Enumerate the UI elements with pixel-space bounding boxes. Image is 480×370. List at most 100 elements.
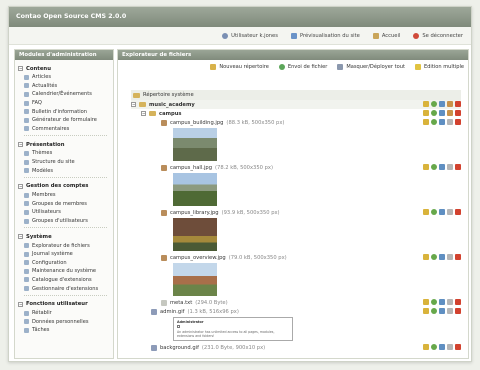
edit-icon[interactable] <box>423 344 429 350</box>
delete-icon[interactable] <box>455 254 461 260</box>
sidebar-item-news[interactable]: Actualités <box>18 82 113 91</box>
sidebar-item-members[interactable]: Membres <box>18 191 113 200</box>
delete-icon[interactable] <box>455 308 461 314</box>
sidebar-item-forms[interactable]: Générateur de formulaire <box>18 116 113 125</box>
link-icon[interactable] <box>439 344 445 350</box>
add-icon[interactable] <box>431 308 437 314</box>
link-icon[interactable] <box>439 164 445 170</box>
link-icon[interactable] <box>439 101 445 107</box>
sidebar-item-faq[interactable]: FAQ <box>18 99 113 108</box>
folder-icon <box>149 111 156 116</box>
delete-icon[interactable] <box>455 119 461 125</box>
sidebar-item-themes[interactable]: Thèmes <box>18 149 113 158</box>
sidebar-item-undo[interactable]: Rétablir <box>18 309 113 318</box>
sidebar-item-label: Actualités <box>32 82 58 89</box>
delete-icon[interactable] <box>455 299 461 305</box>
nav-group-toggle[interactable]: − Système <box>18 232 113 241</box>
sidebar-item-newsletter[interactable]: Bulletin d'information <box>18 107 113 116</box>
add-icon[interactable] <box>431 164 437 170</box>
multi-edit-button[interactable]: Edition multiple <box>414 64 464 70</box>
sidebar-item-personal-data[interactable]: Données personnelles <box>18 317 113 326</box>
image-thumbnail[interactable] <box>173 128 217 161</box>
folder-row[interactable]: − campus <box>131 109 461 118</box>
collapse-icon[interactable]: − <box>131 102 136 107</box>
sidebar-item-tasks[interactable]: Tâches <box>18 326 113 335</box>
link-icon[interactable] <box>439 254 445 260</box>
file-row[interactable]: campus_building.jpg (88.3 kB, 500x350 px) <box>131 118 461 127</box>
copy-icon[interactable] <box>447 308 453 314</box>
edit-icon[interactable] <box>423 299 429 305</box>
user-link[interactable]: Utilisateur k.jones <box>222 32 278 39</box>
copy-icon[interactable] <box>447 119 453 125</box>
new-folder-button[interactable]: Nouveau répertoire <box>210 64 269 70</box>
edit-icon[interactable] <box>423 110 429 116</box>
nav-group-toggle[interactable]: − Gestion des comptes <box>18 182 113 191</box>
sidebar-item-comments[interactable]: Commentaires <box>18 125 113 134</box>
link-icon[interactable] <box>439 299 445 305</box>
link-icon[interactable] <box>439 110 445 116</box>
delete-icon[interactable] <box>455 164 461 170</box>
add-icon[interactable] <box>431 299 437 305</box>
add-icon[interactable] <box>431 254 437 260</box>
add-icon[interactable] <box>431 110 437 116</box>
add-icon[interactable] <box>431 119 437 125</box>
delete-icon[interactable] <box>455 101 461 107</box>
nav-group-toggle[interactable]: − Fonctions utilisateur <box>18 300 113 309</box>
copy-icon[interactable] <box>447 254 453 260</box>
sidebar-item-site-structure[interactable]: Structure du site <box>18 158 113 167</box>
sidebar-item-file-manager[interactable]: Explorateur de fichiers <box>18 241 113 250</box>
sidebar-item-extension-manager[interactable]: Gestionnaire d'extensions <box>18 284 113 293</box>
sidebar-item-extension-catalog[interactable]: Catalogue d'extensions <box>18 276 113 285</box>
copy-icon[interactable] <box>447 209 453 215</box>
file-row[interactable]: campus_overview.jpg (79.0 kB, 500x350 px) <box>131 253 461 262</box>
add-icon[interactable] <box>431 209 437 215</box>
edit-icon[interactable] <box>423 119 429 125</box>
nav-group-toggle[interactable]: − Présentation <box>18 140 113 149</box>
upload-button[interactable]: Envoi de fichier <box>278 64 327 70</box>
copy-icon[interactable] <box>447 299 453 305</box>
collapse-icon[interactable]: − <box>141 111 146 116</box>
sidebar-item-system-log[interactable]: Journal système <box>18 250 113 259</box>
file-row[interactable]: meta.txt (294.0 Byte) <box>131 298 461 307</box>
nav-group-toggle[interactable]: − Contenu <box>18 64 113 73</box>
sidebar-item-user-groups[interactable]: Groupes d'utilisateurs <box>18 217 113 226</box>
edit-icon[interactable] <box>423 164 429 170</box>
image-thumbnail[interactable] <box>173 263 217 296</box>
file-row[interactable]: campus_library.jpg (93.9 kB, 500x350 px) <box>131 208 461 217</box>
add-icon[interactable] <box>431 344 437 350</box>
logout-link[interactable]: Se déconnecter <box>413 32 463 39</box>
sidebar-item-settings[interactable]: Configuration <box>18 259 113 268</box>
link-icon[interactable] <box>439 119 445 125</box>
image-thumbnail[interactable] <box>173 218 217 251</box>
image-preview[interactable]: Administrator An administrator has unlim… <box>173 317 293 341</box>
preview-link[interactable]: Prévisualisation du site <box>290 32 360 39</box>
file-row[interactable]: campus_hall.jpg (78.2 kB, 500x350 px) <box>131 163 461 172</box>
copy-icon[interactable] <box>447 164 453 170</box>
lock-icon[interactable] <box>447 110 453 116</box>
link-icon[interactable] <box>439 308 445 314</box>
sidebar-item-templates[interactable]: Modèles <box>18 166 113 175</box>
delete-icon[interactable] <box>455 110 461 116</box>
toggle-all-button[interactable]: Masquer/Déployer tout <box>337 64 405 70</box>
sidebar-item-maintenance[interactable]: Maintenance du système <box>18 267 113 276</box>
edit-icon[interactable] <box>423 209 429 215</box>
edit-icon[interactable] <box>423 308 429 314</box>
image-thumbnail[interactable] <box>173 173 217 206</box>
folder-row[interactable]: − music_academy <box>131 100 461 109</box>
delete-icon[interactable] <box>455 209 461 215</box>
sidebar-item-member-groups[interactable]: Groupes de membres <box>18 200 113 209</box>
article-icon <box>24 74 29 80</box>
add-icon[interactable] <box>431 101 437 107</box>
edit-icon[interactable] <box>423 101 429 107</box>
file-row[interactable]: admin.gif (1.3 kB, 516x96 px) <box>131 307 461 316</box>
sidebar-item-users[interactable]: Utilisateurs <box>18 208 113 217</box>
delete-icon[interactable] <box>455 344 461 350</box>
link-icon[interactable] <box>439 209 445 215</box>
edit-icon[interactable] <box>423 254 429 260</box>
sidebar-item-articles[interactable]: Articles <box>18 73 113 82</box>
copy-icon[interactable] <box>447 344 453 350</box>
home-link[interactable]: Accueil <box>372 32 400 39</box>
file-row[interactable]: background.gif (231.0 Byte, 900x10 px) <box>131 343 461 352</box>
sidebar-item-calendar[interactable]: Calendrier/Événements <box>18 90 113 99</box>
lock-icon[interactable] <box>447 101 453 107</box>
